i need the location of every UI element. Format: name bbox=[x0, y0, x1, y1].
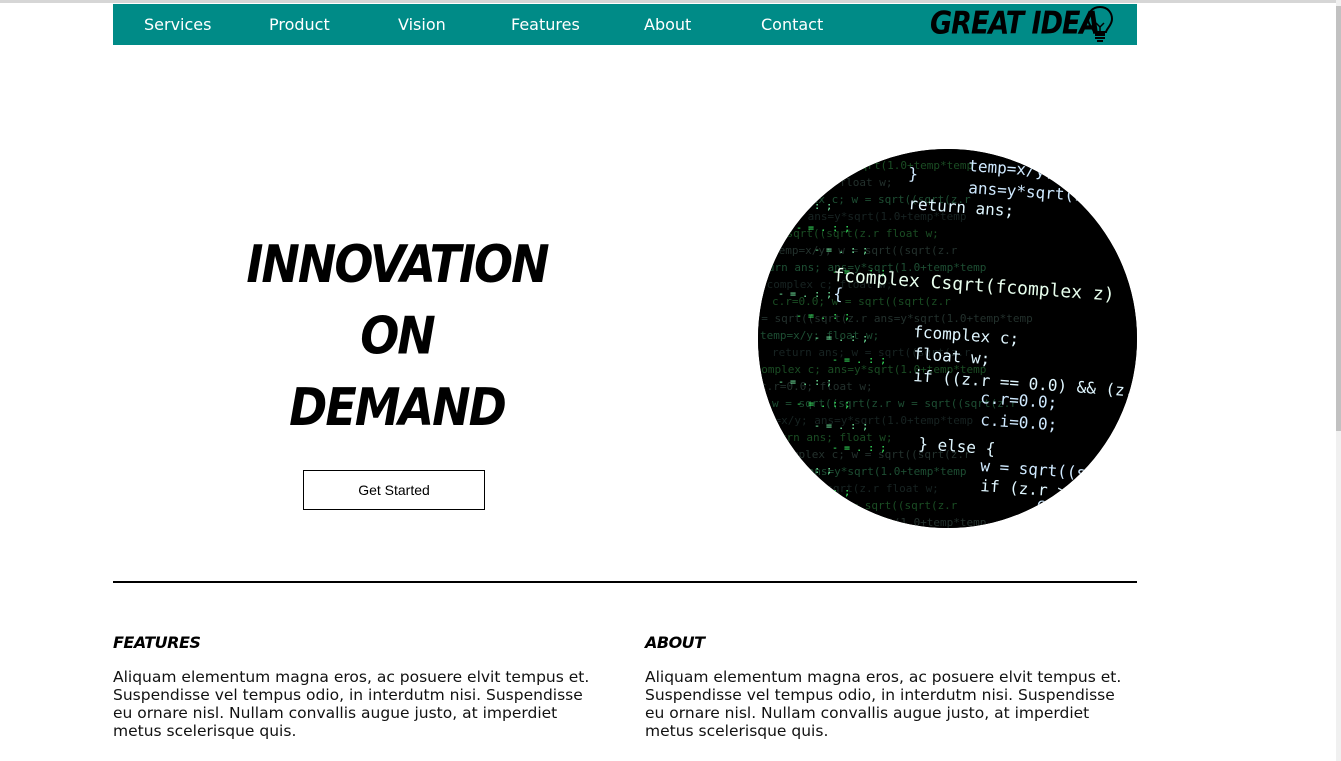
code-line: c.r bbox=[1036, 494, 1067, 515]
code-image-art: temp=x/y; ans=y*sqrt(1.0+temp*temp return… bbox=[758, 149, 1137, 528]
nav-link-product[interactable]: Product bbox=[269, 4, 330, 45]
features-heading: Features bbox=[113, 633, 201, 652]
logo-text: GREAT IDEA bbox=[930, 6, 1100, 42]
hero-title-line-2: on bbox=[360, 305, 436, 366]
nav-link-contact[interactable]: Contact bbox=[761, 4, 823, 45]
code-bg-row: c.r=0.0; ans=y*sqrt(1.0+temp*temp bbox=[758, 465, 967, 478]
get-started-button[interactable]: Get Started bbox=[303, 470, 485, 510]
nav-link-vision[interactable]: Vision bbox=[398, 4, 446, 45]
code-glow-glyph: - = . : ; bbox=[778, 465, 832, 476]
page-scrollbar[interactable] bbox=[1336, 0, 1341, 761]
code-glow-glyph: - = . : ; bbox=[778, 201, 832, 212]
nav-link-services[interactable]: Services bbox=[144, 4, 211, 45]
code-glow-glyph: - = . : ; bbox=[832, 443, 886, 454]
code-glow-glyph: - = . : ; bbox=[832, 355, 886, 366]
code-glow-glyph: - = . : ; bbox=[778, 377, 832, 388]
navbar: Services Product Vision Features About C… bbox=[113, 4, 1137, 45]
features-text: Aliquam elementum magna eros, ac posuere… bbox=[113, 668, 590, 740]
scrollbar-thumb[interactable] bbox=[1336, 6, 1341, 431]
code-glow-glyph: - = . : ; bbox=[796, 223, 850, 234]
nav-link-about[interactable]: About bbox=[644, 4, 691, 45]
hero-title-line-3: Demand bbox=[289, 376, 507, 438]
code-glow-glyph: - = . : ; bbox=[796, 399, 850, 410]
hero-title-line-1: Innovation bbox=[246, 233, 549, 295]
code-glow-glyph: - = . : ; bbox=[778, 289, 832, 300]
browser-top-rule bbox=[0, 0, 1341, 3]
code-bg-row: return ans; float w; bbox=[760, 176, 892, 189]
code-line: { bbox=[833, 284, 844, 304]
code-bg-row: temp=x/y; w = sqrt((sqrt(z.r bbox=[772, 499, 958, 512]
about-text: Aliquam elementum magna eros, ac posuere… bbox=[645, 668, 1122, 740]
code-glow-glyph: - = . : ; bbox=[814, 245, 868, 256]
hero-title: Innovation on Demand bbox=[197, 228, 597, 443]
code-glow-glyph: - = . : ; bbox=[814, 333, 868, 344]
code-bg-row: return ans; ans=y*sqrt(1.0+temp*temp bbox=[758, 516, 986, 528]
code-glow-glyph: - = . : ; bbox=[814, 421, 868, 432]
code-line: } bbox=[908, 164, 919, 184]
hero-code-image: temp=x/y; ans=y*sqrt(1.0+temp*temp return… bbox=[758, 149, 1137, 528]
code-bg-row: temp=x/y; ans=y*sqrt(1.0+temp*temp bbox=[758, 159, 973, 172]
code-glow-glyph: - = . : ; bbox=[796, 311, 850, 322]
code-glow-glyph: - = . : ; bbox=[796, 487, 850, 498]
nav-link-features[interactable]: Features bbox=[511, 4, 580, 45]
lightbulb-icon bbox=[1086, 5, 1114, 42]
about-heading: About bbox=[645, 633, 705, 652]
section-divider bbox=[113, 581, 1137, 583]
logo[interactable]: GREAT IDEA bbox=[930, 4, 1120, 45]
